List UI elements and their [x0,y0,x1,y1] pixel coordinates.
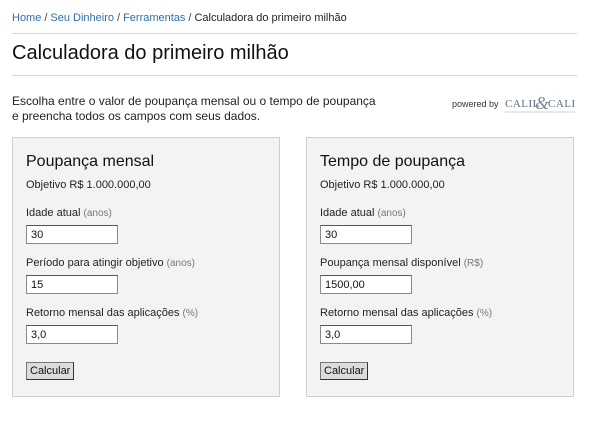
breadcrumb-separator: / [117,12,121,24]
breadcrumb-separator: / [188,12,192,24]
field-unit: (anos) [83,208,112,219]
field-label-text: Poupança mensal disponível [320,257,461,269]
savings-time-panel: Tempo de poupança Objetivo R$ 1.000.000,… [306,137,574,397]
calculate-button[interactable]: Calcular [320,362,369,380]
intro-line-2: e preencha todos os campos com seus dado… [12,109,261,123]
monthly-savings-input[interactable] [320,275,412,294]
goal-text: Objetivo R$ 1.000.000,00 [26,179,151,191]
field-label-text: Retorno mensal das aplicações [26,307,180,319]
field-label: Período para atingir objetivo (anos) [26,257,195,269]
divider [12,33,577,34]
current-age-input[interactable] [26,225,118,244]
breadcrumb-seu-dinheiro-link[interactable]: Seu Dinheiro [50,12,114,24]
monthly-savings-panel: Poupança mensal Objetivo R$ 1.000.000,00… [12,137,280,397]
panel-title: Poupança mensal [26,153,155,170]
svg-text:CALIL: CALIL [548,98,576,110]
current-age-input[interactable] [320,225,412,244]
goal-text: Objetivo R$ 1.000.000,00 [320,179,445,191]
breadcrumb: Home / Seu Dinheiro / Ferramentas / Calculador… [12,12,347,24]
monthly-return-input[interactable] [26,325,118,344]
field-label: Poupança mensal disponível (R$) [320,257,483,269]
intro-line-1: Escolha entre o valor de poupança mensal… [12,94,376,108]
page-title: Calculadora do primeiro milhão [12,42,289,64]
breadcrumb-home-link[interactable]: Home [12,12,41,24]
breadcrumb-current: Calculadora do primeiro milhão [194,12,347,24]
field-label: Retorno mensal das aplicações (%) [320,307,492,319]
breadcrumb-separator: / [44,12,48,24]
field-label: Idade atual (anos) [26,207,112,219]
field-unit: (%) [476,308,493,319]
field-unit: (R$) [463,258,484,269]
powered-by-label: powered by [452,99,499,109]
breadcrumb-ferramentas-link[interactable]: Ferramentas [123,12,185,24]
field-label-text: Idade atual [320,207,375,219]
field-unit: (%) [182,308,199,319]
divider [12,75,577,76]
monthly-return-input[interactable] [320,325,412,344]
powered-by[interactable]: powered by CALIL & CALIL [452,92,576,116]
field-label-text: Período para atingir objetivo [26,257,164,269]
svg-text:&: & [535,93,549,113]
intro-text: Escolha entre o valor de poupança mensal… [12,94,392,124]
goal-period-input[interactable] [26,275,118,294]
field-label: Retorno mensal das aplicações (%) [26,307,198,319]
field-unit: (anos) [166,258,196,269]
calculate-button[interactable]: Calcular [26,362,75,380]
field-unit: (anos) [377,208,406,219]
calil-logo: CALIL & CALIL [504,93,576,113]
field-label-text: Retorno mensal das aplicações [320,307,474,319]
field-label: Idade atual (anos) [320,207,406,219]
field-label-text: Idade atual [26,207,81,219]
panel-title: Tempo de poupança [320,153,465,170]
